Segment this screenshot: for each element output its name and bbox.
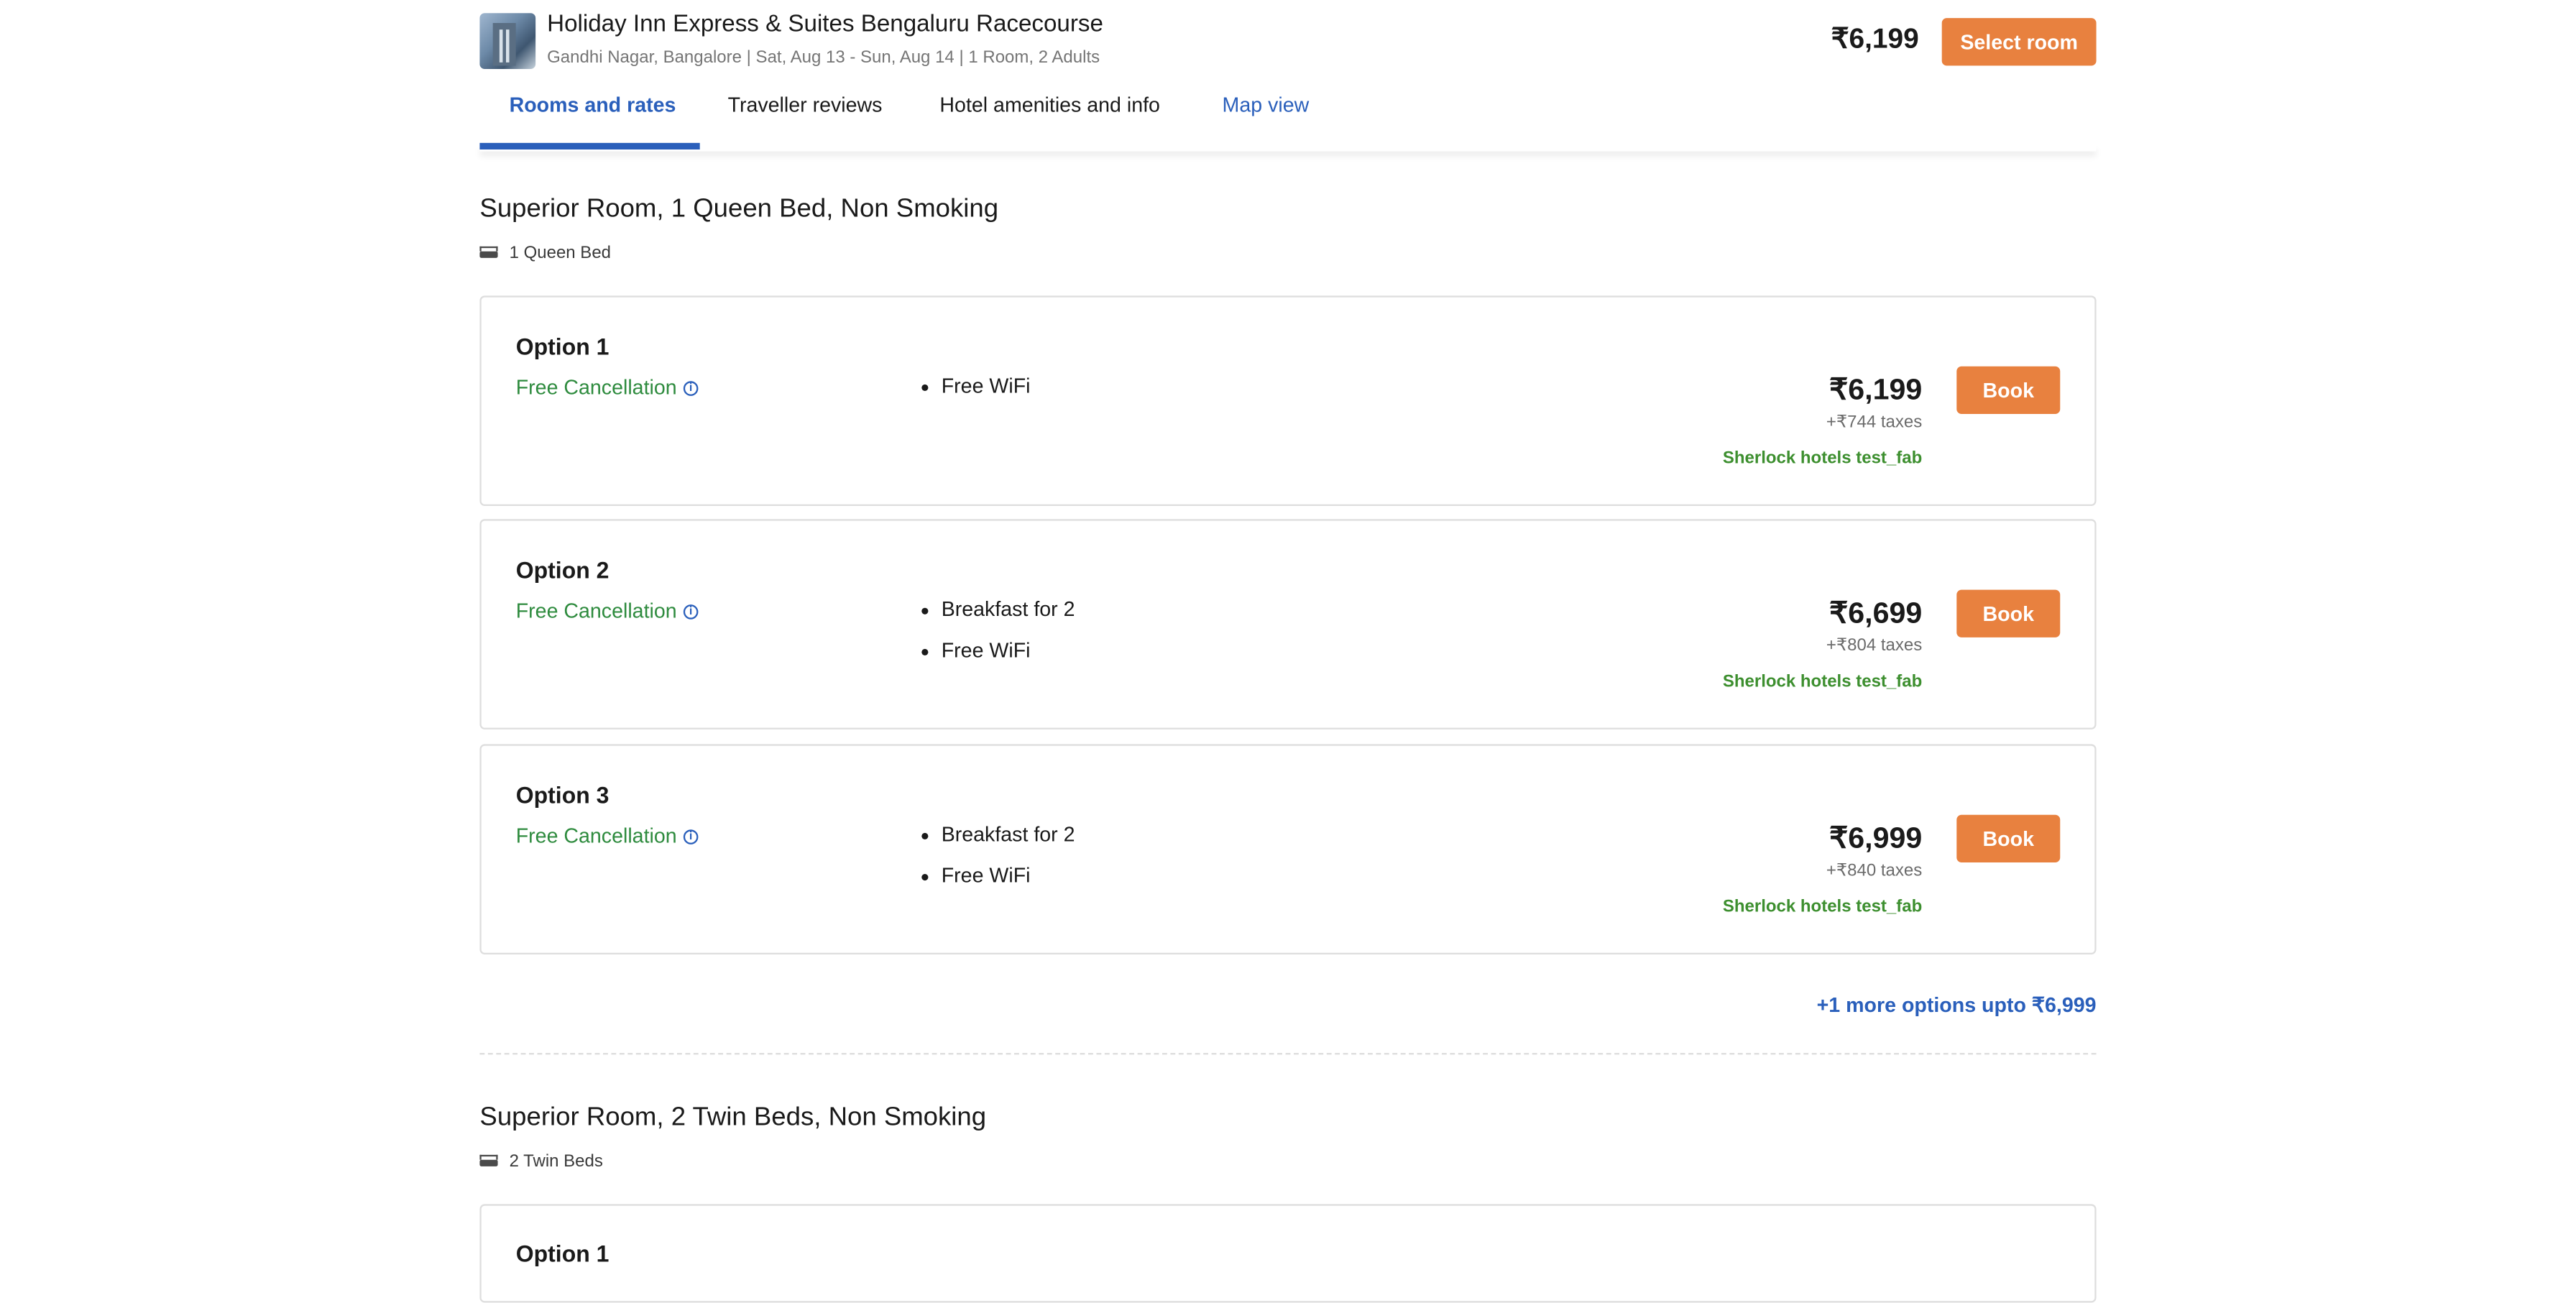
tab-traveller-reviews[interactable]: Traveller reviews: [728, 93, 883, 116]
book-button[interactable]: Book: [1956, 589, 2061, 637]
option-title: Option 1: [515, 1240, 610, 1267]
option-taxes: +₹804 taxes: [1826, 635, 1923, 655]
amenities-list: Free WiFi: [919, 374, 1031, 415]
rate-option-card: Option 1: [479, 1204, 2097, 1303]
amenity-item: Free WiFi: [919, 863, 1075, 903]
amenities-list: Breakfast for 2 Free WiFi: [919, 823, 1075, 903]
amenity-item: Free WiFi: [919, 374, 1031, 415]
tab-rooms-and-rates[interactable]: Rooms and rates: [510, 93, 676, 116]
bed-label: 2 Twin Beds: [509, 1151, 603, 1171]
amenities-list: Breakfast for 2 Free WiFi: [919, 598, 1075, 678]
hotel-thumbnail[interactable]: [479, 13, 536, 69]
select-room-button[interactable]: Select room: [1941, 18, 2097, 66]
vendor-name: Sherlock hotels test_fab: [1722, 448, 1923, 469]
option-taxes: +₹744 taxes: [1826, 412, 1923, 433]
room-title: Superior Room, 2 Twin Beds, Non Smoking: [479, 1103, 987, 1132]
bed-icon: [479, 1154, 498, 1168]
tab-hotel-amenities[interactable]: Hotel amenities and info: [939, 93, 1160, 116]
hotel-name: Holiday Inn Express & Suites Bengaluru R…: [547, 11, 1103, 38]
option-taxes: +₹840 taxes: [1826, 860, 1923, 881]
room-title: Superior Room, 1 Queen Bed, Non Smoking: [479, 195, 999, 224]
sticky-header: Holiday Inn Express & Suites Bengaluru R…: [0, 0, 2576, 152]
rate-option-card: Option 1 Free Cancellation i Free WiFi ₹…: [479, 295, 2097, 506]
option-price: ₹6,199: [1829, 372, 1923, 406]
cancellation-label: Free Cancellation: [515, 599, 677, 623]
vendor-name: Sherlock hotels test_fab: [1722, 671, 1923, 692]
rate-option-card: Option 3 Free Cancellation i Breakfast f…: [479, 744, 2097, 954]
info-icon[interactable]: i: [683, 380, 699, 395]
bed-info: 1 Queen Bed: [479, 243, 612, 263]
tab-map-view[interactable]: Map view: [1223, 93, 1310, 116]
bed-icon: [479, 246, 498, 259]
header-shadow: [479, 144, 2096, 151]
book-button[interactable]: Book: [1956, 366, 2061, 414]
free-cancellation: Free Cancellation i: [516, 599, 699, 622]
vendor-name: Sherlock hotels test_fab: [1722, 896, 1923, 917]
option-title: Option 1: [515, 333, 610, 360]
option-price: ₹6,999: [1829, 821, 1923, 855]
amenity-item: Breakfast for 2: [919, 598, 1075, 638]
header-price: ₹6,199: [1831, 22, 1919, 55]
amenity-item: Breakfast for 2: [919, 823, 1075, 863]
info-icon[interactable]: i: [683, 603, 699, 619]
cancellation-label: Free Cancellation: [515, 376, 677, 400]
hotel-meta: Gandhi Nagar, Bangalore | Sat, Aug 13 - …: [547, 47, 1100, 68]
free-cancellation: Free Cancellation i: [516, 824, 699, 847]
option-title: Option 3: [515, 781, 610, 809]
rate-option-card: Option 2 Free Cancellation i Breakfast f…: [479, 519, 2097, 729]
more-options-link[interactable]: +1 more options upto ₹6,999: [1817, 993, 2097, 1017]
amenity-item: Free WiFi: [919, 638, 1075, 678]
option-title: Option 2: [515, 556, 610, 584]
info-icon[interactable]: i: [683, 829, 699, 844]
free-cancellation: Free Cancellation i: [516, 376, 699, 399]
bed-label: 1 Queen Bed: [509, 243, 612, 263]
room-divider: [479, 1053, 2097, 1055]
book-button[interactable]: Book: [1956, 814, 2061, 862]
cancellation-label: Free Cancellation: [515, 824, 677, 848]
bed-info: 2 Twin Beds: [479, 1151, 603, 1171]
option-price: ₹6,699: [1829, 596, 1923, 630]
